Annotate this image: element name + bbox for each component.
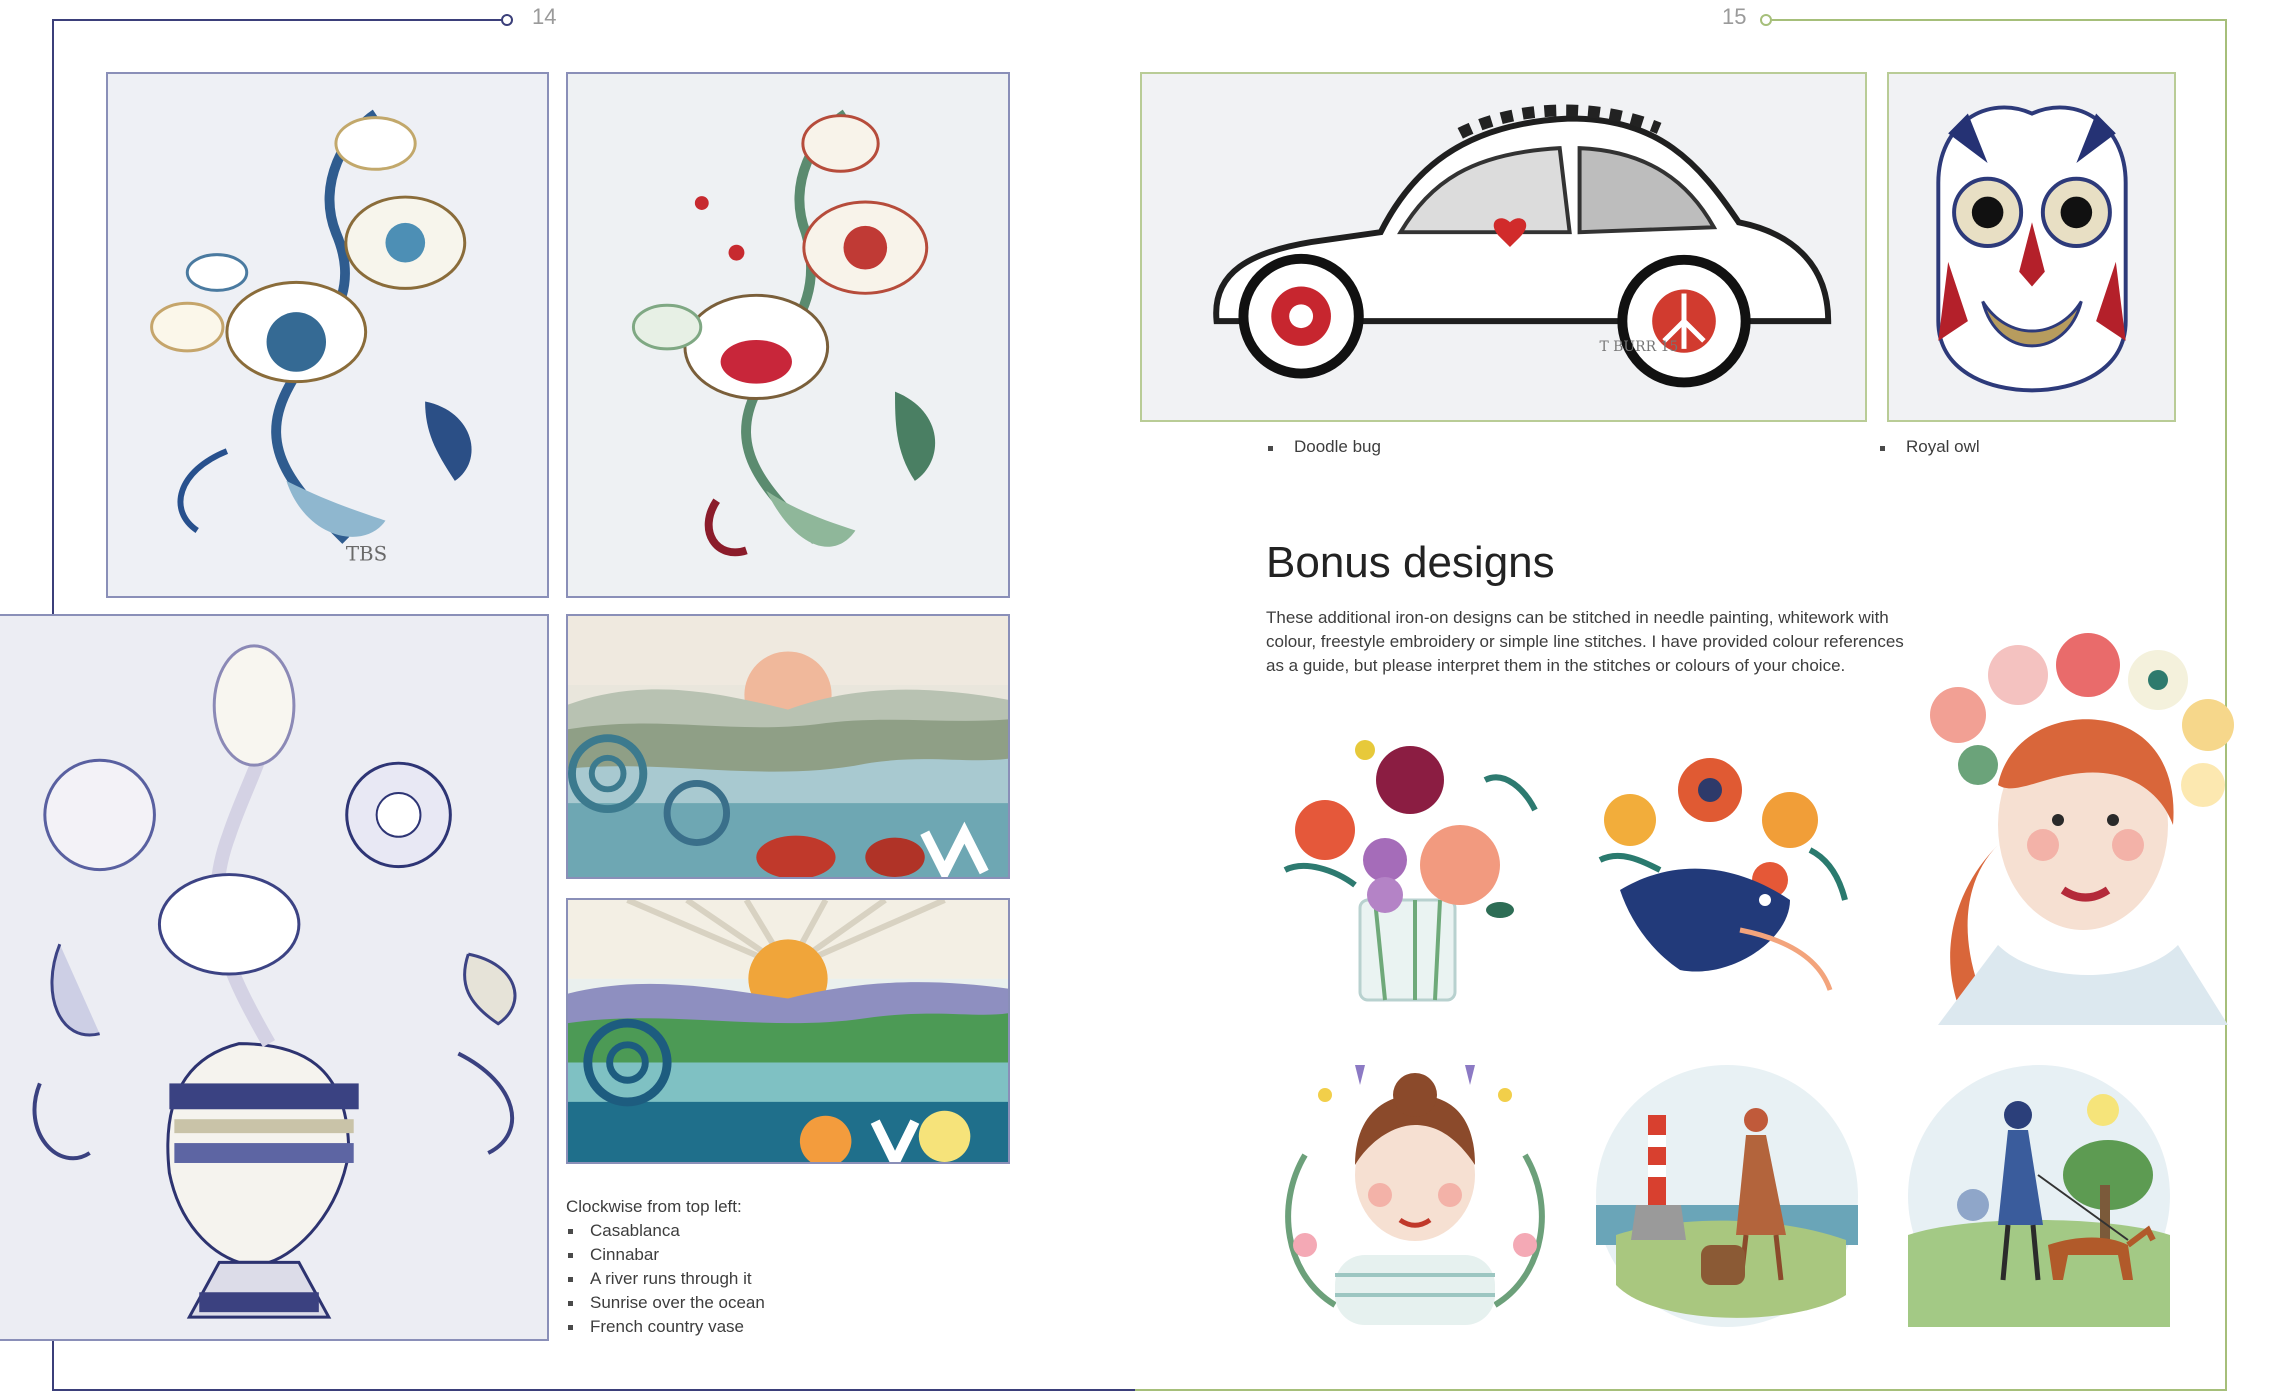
caption-list: Casablanca Cinnabar A river runs through… [566,1219,986,1339]
svg-text:TBS: TBS [346,542,387,565]
left-frame-bottom [52,1389,1135,1391]
caption-item: Sunrise over the ocean [566,1291,986,1315]
river-photo [566,614,1010,879]
bonus-heading: Bonus designs [1266,538,1555,587]
caption-item: Cinnabar [566,1243,986,1267]
left-frame-top [52,19,504,21]
doodle-bug-photo: T BURR 15 [1140,72,1867,422]
left-caption-block: Clockwise from top left: Casablanca Cinn… [566,1195,986,1339]
right-frame-bottom [1135,1389,2227,1391]
caption-intro: Clockwise from top left: [566,1197,742,1216]
doodle-bug-caption: Doodle bug [1268,437,1381,457]
flower-vase-illustration [1265,710,1550,1010]
left-frame-side [52,19,54,614]
caption-item: Casablanca [566,1219,986,1243]
bluebell-wreath-girl-illustration [1265,1055,1565,1325]
french-vase-photo [0,614,549,1341]
right-page-number: 15 [1722,4,1747,29]
left-page-number: 14 [532,4,557,29]
left-frame-side-lower [52,1335,54,1391]
casablanca-photo: TBS [106,72,549,598]
cinnabar-photo [566,72,1010,598]
svg-text:T BURR 15: T BURR 15 [1599,339,1678,355]
flower-crown-girl-illustration [1918,625,2243,1025]
right-frame-top [1772,19,2227,21]
dog-walker-illustration [1908,1065,2170,1327]
caption-item: A river runs through it [566,1267,986,1291]
left-frame-dot-icon [501,14,513,26]
lighthouse-woman-illustration [1596,1065,1858,1327]
bird-bouquet-illustration [1590,750,1850,1000]
royal-owl-caption: Royal owl [1880,437,1980,457]
bonus-body-text: These additional iron-on designs can be … [1266,608,1904,675]
right-frame-dot-icon [1760,14,1772,26]
sunrise-photo [566,898,1010,1164]
caption-item: French country vase [566,1315,986,1339]
royal-owl-photo [1887,72,2176,422]
